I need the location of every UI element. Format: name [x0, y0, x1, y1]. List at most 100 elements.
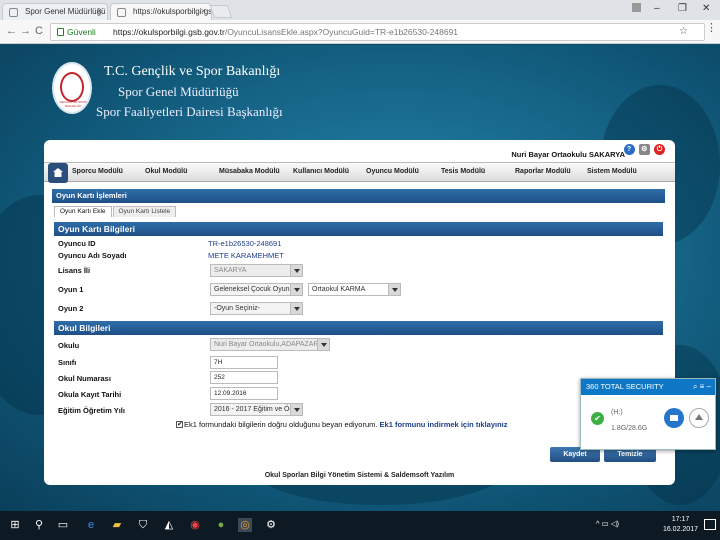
new-tab-button[interactable] — [209, 5, 233, 18]
menu-okul[interactable]: Okul Modülü — [145, 168, 187, 175]
close-tab-icon[interactable]: × — [97, 6, 102, 16]
chevron-down-icon — [290, 404, 302, 415]
game1-label: Oyun 1 — [58, 285, 84, 294]
menu-tesis[interactable]: Tesis Modülü — [441, 168, 485, 175]
player-name-value: METE KARAMEHMET — [208, 251, 284, 260]
edu-year-select[interactable]: 2016 - 2017 Eğitim ve Öğ — [210, 403, 303, 416]
clock-date: 16.02.2017 — [662, 526, 698, 533]
menu-sporcu[interactable]: Sporcu Modülü — [72, 168, 123, 175]
forward-icon[interactable]: → — [20, 25, 31, 37]
tab-oyun-karti-listele[interactable]: Oyun Kartı Listele — [112, 206, 177, 217]
address-bar: ← → C Güvenli https://okulsporbilgi.gsb.… — [0, 20, 720, 44]
url-host: https://okulsporbilgi.gsb.gov.tr — [113, 27, 225, 37]
taskbar: ⊞ ⚲ ▭ e ▰ ⛉ ◭ ◉ ● ◎ ⚙ ^ ▭ ◁) 17:17 16.02… — [0, 511, 720, 540]
class-label: Sınıfı — [58, 358, 77, 367]
browser-tab-1[interactable]: Spor Genel Müdürlüğü × — [2, 3, 108, 20]
game2-select[interactable]: -Oyun Seçiniz- — [210, 302, 303, 315]
tab-title: Spor Genel Müdürlüğü — [25, 7, 106, 16]
settings-icon[interactable]: ⚙ — [638, 144, 650, 155]
class-input[interactable]: 7H — [210, 356, 278, 369]
popup-controls-icon[interactable]: ⌕ ≡ – — [693, 379, 711, 395]
app-icon[interactable]: ◉ — [188, 518, 202, 532]
close-tab-icon[interactable]: × — [201, 6, 206, 16]
clock-time: 17:17 — [671, 516, 690, 523]
security-popup: 360 TOTAL SECURITY ⌕ ≡ – ✔ (H:) 1.8G/28.… — [580, 378, 716, 450]
notification-icon[interactable] — [704, 519, 716, 530]
url-path: /OyuncuLisansEkle.aspx?OyuncuGuid=TR-e1b… — [224, 27, 459, 37]
drive-label: (H:) — [611, 409, 623, 416]
menu-musabaka[interactable]: Müsabaka Modülü — [219, 168, 280, 175]
player-id-value: TR-e1b26530-248691 — [208, 239, 282, 248]
popup-header: 360 TOTAL SECURITY ⌕ ≡ – — [581, 379, 715, 395]
app2-icon[interactable]: ● — [214, 518, 228, 532]
game1-value: Geleneksel Çocuk Oyunla — [214, 286, 295, 293]
license-city-select[interactable]: SAKARYA — [210, 264, 303, 277]
chevron-down-icon — [388, 284, 400, 295]
ek1-download-link[interactable]: Ek1 formunu indirmek için tıklayınız — [380, 420, 508, 429]
card-section-header: Oyun Kartı Bilgileri — [54, 222, 663, 236]
clock[interactable]: 17:17 16.02.2017 — [663, 515, 698, 535]
file-explorer-icon[interactable]: ▰ — [110, 518, 124, 532]
user-school: Nuri Bayar Ortaokulu SAKARYA — [511, 150, 625, 159]
tab-oyun-karti-ekle[interactable]: Oyun Kartı Ekle — [54, 206, 112, 217]
close-window-icon[interactable]: ✕ — [702, 3, 710, 14]
header-icons: ? ⚙ ⏻ — [622, 144, 665, 155]
game1-select[interactable]: Geleneksel Çocuk Oyunla — [210, 283, 303, 296]
secure-label: Güvenli — [67, 27, 96, 37]
minimize-icon[interactable]: – — [654, 3, 660, 14]
profile-icon[interactable] — [632, 3, 641, 12]
reg-date-label: Okula Kayıt Tarihi — [58, 390, 122, 399]
header-directorate: Spor Genel Müdürlüğü — [118, 84, 239, 99]
windows-start-icon[interactable]: ⊞ — [8, 518, 22, 532]
school-section-header: Okul Bilgileri — [54, 321, 663, 335]
browser-tab-2[interactable]: https://okulsporbilgi.gs × — [110, 3, 212, 20]
game1-category-value: Ortaokul KARMA — [312, 286, 366, 293]
back-icon[interactable]: ← — [6, 25, 17, 37]
reload-icon[interactable]: C — [35, 25, 43, 37]
eject-icon[interactable] — [689, 408, 709, 428]
declaration-statement: Ek1 formundaki bilgilerin doğru olduğunu… — [184, 420, 378, 429]
license-city-label: Lisans İli — [58, 266, 91, 275]
ministry-logo: GENÇLİK VE SPOR BAKANLIĞI — [52, 62, 92, 114]
task-view-icon[interactable]: ▭ — [56, 518, 70, 532]
lock-icon — [57, 28, 64, 36]
browser-menu-icon[interactable]: ⋮ — [706, 21, 717, 34]
store-icon[interactable]: ⛉ — [136, 518, 150, 532]
chevron-down-icon — [290, 265, 302, 276]
chevron-down-icon — [290, 284, 302, 295]
game1-category-select[interactable]: Ortaokul KARMA — [308, 283, 401, 296]
declaration-checkbox[interactable]: ✔ — [176, 421, 183, 428]
browser-tab-bar: Spor Genel Müdürlüğü × https://okulsporb… — [0, 0, 720, 20]
section-title: Oyun Kartı İşlemleri — [52, 189, 665, 203]
tray-icons[interactable]: ^ ▭ ◁) — [596, 519, 619, 528]
school-number-input[interactable]: 252 — [210, 371, 278, 384]
header-ministry: T.C. Gençlik ve Spor Bakanlığı — [104, 64, 281, 79]
search-icon[interactable]: ⚲ — [32, 518, 46, 532]
url-input[interactable]: Güvenli https://okulsporbilgi.gsb.gov.tr… — [50, 23, 705, 41]
home-icon[interactable] — [48, 163, 68, 183]
media-icon[interactable]: ◭ — [162, 518, 176, 532]
school-select[interactable]: Nuri Bayar Ortaokulu,ADAPAZAR — [210, 338, 330, 351]
logo-text: GENÇLİK VE SPOR BAKANLIĞI — [59, 100, 87, 108]
chrome-icon[interactable]: ◎ — [238, 518, 252, 532]
drive-size: 1.8G/28.6G — [611, 425, 648, 432]
school-value: Nuri Bayar Ortaokulu,ADAPAZAR — [214, 341, 319, 348]
help-icon[interactable]: ? — [623, 144, 635, 155]
menu-raporlar[interactable]: Raporlar Modülü — [515, 168, 571, 175]
open-folder-icon[interactable] — [664, 408, 684, 428]
settings-gear-icon[interactable]: ⚙ — [264, 518, 278, 532]
subtabs: Oyun Kartı Ekle Oyun Kartı Listele — [54, 206, 177, 217]
logout-icon[interactable]: ⏻ — [654, 144, 665, 155]
bookmark-star-icon[interactable]: ☆ — [679, 26, 688, 37]
reg-date-input[interactable]: 12.09.2016 — [210, 387, 278, 400]
edge-icon[interactable]: e — [84, 518, 98, 532]
menu-sistem[interactable]: Sistem Modülü — [587, 168, 637, 175]
maximize-icon[interactable]: ❐ — [678, 3, 687, 14]
school-label: Okulu — [58, 341, 80, 350]
module-menu: Sporcu Modülü Okul Modülü Müsabaka Modül… — [44, 162, 675, 183]
check-icon: ✔ — [591, 412, 604, 425]
menu-kullanici[interactable]: Kullanıcı Modülü — [293, 168, 349, 175]
menu-oyuncu[interactable]: Oyuncu Modülü — [366, 168, 419, 175]
school-number-label: Okul Numarası — [58, 374, 111, 383]
edu-year-label: Eğitim Öğretim Yılı — [58, 406, 125, 415]
